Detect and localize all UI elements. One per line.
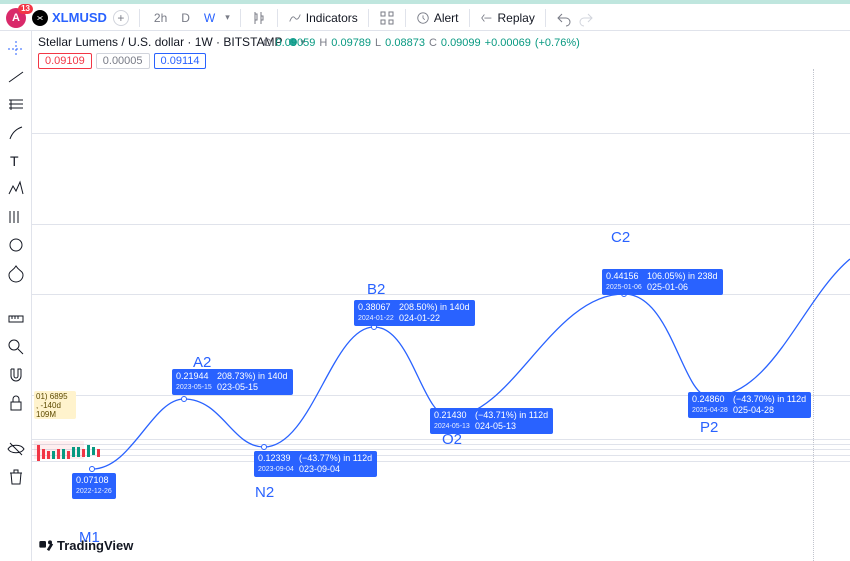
- node-o2-side[interactable]: (−43.71%) in 112d024-05-13: [470, 408, 553, 434]
- separator: [240, 9, 241, 27]
- node-b2[interactable]: 0.380672024-01-22: [354, 300, 398, 326]
- pattern-tool-icon[interactable]: [6, 179, 26, 199]
- label-n2: N2: [255, 484, 274, 501]
- price-candles: [37, 449, 102, 467]
- symbol-picker[interactable]: XLMUSD: [32, 10, 107, 26]
- separator: [545, 9, 546, 27]
- avatar[interactable]: A 13: [6, 8, 26, 28]
- gridline: [32, 444, 850, 445]
- brush-tool-icon[interactable]: [6, 123, 26, 143]
- gridline: [32, 224, 850, 225]
- bid-pill: 0.09109: [38, 53, 92, 69]
- text-tool-icon[interactable]: T: [6, 151, 26, 171]
- trendline-tool-icon[interactable]: [6, 67, 26, 87]
- node-a2-side[interactable]: 208.73%) in 140d023-05-15: [212, 369, 293, 395]
- node-c2-side[interactable]: 106.05%) in 238d025-01-06: [642, 269, 723, 295]
- node-b2-side[interactable]: 208.50%) in 140d024-01-22: [394, 300, 475, 326]
- node-n2-side[interactable]: (−43.77%) in 112d023-09-04: [294, 451, 377, 477]
- node-n2[interactable]: 0.123392023-09-04: [254, 451, 298, 477]
- separator: [368, 9, 369, 27]
- alert-button[interactable]: Alert: [416, 11, 459, 25]
- tf-w[interactable]: W: [200, 9, 219, 27]
- magnet-icon[interactable]: [6, 365, 26, 385]
- spread-pill: 0.00005: [96, 53, 150, 69]
- node-m1[interactable]: 0.071082022-12-26: [72, 473, 116, 499]
- side-info: 01) 6895 , -140d 109M: [34, 391, 76, 419]
- candles-icon[interactable]: [251, 10, 267, 26]
- label-p2: P2: [700, 419, 718, 436]
- left-toolbar: T: [0, 31, 32, 561]
- measure-tool-icon[interactable]: [6, 235, 26, 255]
- top-toolbar: A 13 XLMUSD + 2h D W ▾ Indicators Alert …: [0, 5, 850, 31]
- redo-icon[interactable]: [578, 10, 594, 26]
- symbol-icon: [32, 10, 48, 26]
- gridline: [32, 439, 850, 440]
- fib-tool-icon[interactable]: [6, 95, 26, 115]
- hide-icon[interactable]: [6, 439, 26, 459]
- chart-header: Stellar Lumens / U.S. dollar · 1W · BITS…: [38, 35, 844, 69]
- ruler-icon[interactable]: [6, 309, 26, 329]
- tf-more-icon[interactable]: ▾: [225, 12, 230, 23]
- brand-text: TradingView: [57, 538, 133, 553]
- trash-icon[interactable]: [6, 467, 26, 487]
- label-c2: C2: [611, 229, 630, 246]
- node-c2[interactable]: 0.441562025-01-06: [602, 269, 646, 295]
- node-p2-side[interactable]: (−43.70%) in 112d025-04-28: [728, 392, 811, 418]
- gridline: [32, 133, 850, 134]
- avatar-letter: A: [12, 12, 20, 24]
- zoom-icon[interactable]: [6, 337, 26, 357]
- ohlc-readout: O0.09059 H0.09789 L0.08873 C0.09099 +0.0…: [263, 37, 580, 49]
- symbol-text: XLMUSD: [52, 10, 107, 25]
- point-m1[interactable]: [89, 466, 95, 472]
- cursor-tool-icon[interactable]: [6, 39, 26, 59]
- point-n2[interactable]: [261, 444, 267, 450]
- session-break-line: [813, 69, 814, 561]
- gridline: [32, 449, 850, 450]
- lock-icon[interactable]: [6, 393, 26, 413]
- chart-area[interactable]: Stellar Lumens / U.S. dollar · 1W · BITS…: [32, 31, 850, 561]
- gridline: [32, 455, 850, 456]
- avatar-badge: 13: [18, 4, 33, 14]
- chart-title: Stellar Lumens / U.S. dollar · 1W · BITS…: [38, 35, 283, 49]
- tf-2h[interactable]: 2h: [150, 9, 171, 27]
- point-a2[interactable]: [181, 396, 187, 402]
- indicators-button[interactable]: Indicators: [288, 11, 358, 25]
- tf-d[interactable]: D: [177, 9, 194, 27]
- node-o2[interactable]: 0.214302024-05-13: [430, 408, 474, 434]
- separator: [469, 9, 470, 27]
- label-b2: B2: [367, 281, 385, 298]
- replay-button[interactable]: Replay: [480, 11, 535, 25]
- accent-bar: [0, 0, 850, 4]
- add-symbol-button[interactable]: +: [113, 10, 129, 26]
- separator: [277, 9, 278, 27]
- replay-icon: [480, 11, 494, 25]
- chart-canvas[interactable]: 01) 6895 , -140d 109M: [32, 69, 850, 561]
- grid-icon[interactable]: [379, 10, 395, 26]
- indicators-icon: [288, 11, 302, 25]
- gridline: [32, 461, 850, 462]
- tv-logo-icon: [38, 537, 54, 553]
- alert-icon: [416, 11, 430, 25]
- favorite-tool-icon[interactable]: [6, 263, 26, 283]
- forecast-tool-icon[interactable]: [6, 207, 26, 227]
- undo-icon[interactable]: [556, 10, 572, 26]
- separator: [405, 9, 406, 27]
- separator: [139, 9, 140, 27]
- svg-text:T: T: [10, 153, 19, 169]
- gridline: [32, 294, 850, 295]
- ask-pill: 0.09114: [154, 53, 207, 69]
- node-p2[interactable]: 0.248602025-04-28: [688, 392, 732, 418]
- node-a2[interactable]: 0.219442023-05-15: [172, 369, 216, 395]
- tradingview-logo[interactable]: TradingView: [38, 537, 133, 553]
